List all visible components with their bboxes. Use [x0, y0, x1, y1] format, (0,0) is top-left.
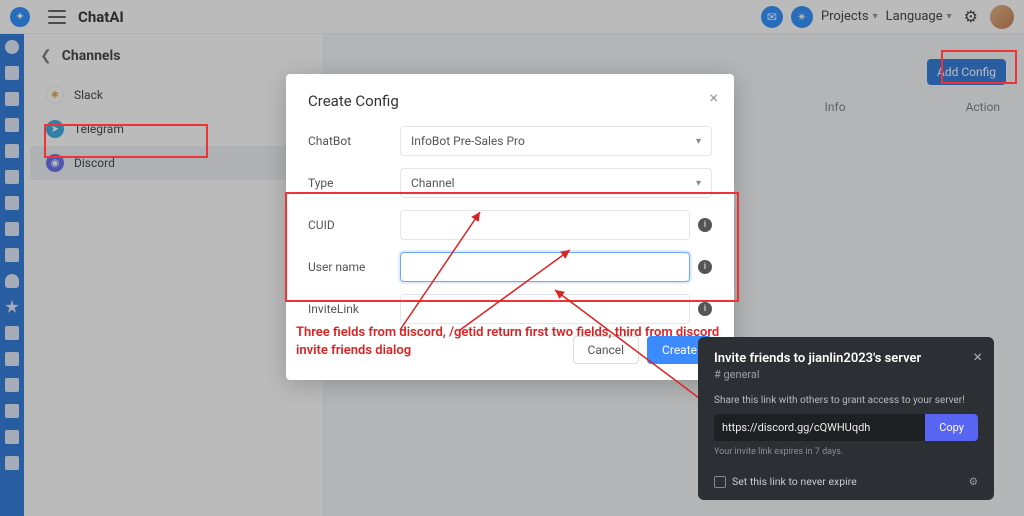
discord-channel: # general: [714, 368, 978, 381]
annotation-text: Three fields from discord, /getid return…: [296, 324, 736, 359]
username-input[interactable]: [400, 252, 690, 282]
type-select[interactable]: Channel▾: [400, 168, 712, 198]
cuid-input[interactable]: [400, 210, 690, 240]
invitelink-input[interactable]: [400, 294, 690, 324]
discord-share-text: Share this link with others to grant acc…: [714, 395, 978, 406]
label-invite: InviteLink: [308, 302, 400, 316]
label-cuid: CUID: [308, 218, 400, 232]
gear-icon[interactable]: ⚙: [969, 475, 978, 488]
modal-title: Create Config: [308, 92, 712, 110]
info-icon[interactable]: i: [698, 260, 712, 274]
discord-invite-dialog: × Invite friends to jianlin2023's server…: [698, 337, 994, 500]
label-chatbot: ChatBot: [308, 134, 400, 148]
discord-title: Invite friends to jianlin2023's server: [714, 351, 978, 366]
info-icon[interactable]: i: [698, 302, 712, 316]
never-expire-checkbox[interactable]: [714, 476, 726, 488]
never-expire-label: Set this link to never expire: [732, 475, 857, 488]
info-icon[interactable]: i: [698, 218, 712, 232]
close-icon[interactable]: ×: [709, 88, 718, 107]
discord-invite-link[interactable]: https://discord.gg/cQWHUqdh: [714, 414, 925, 441]
copy-button[interactable]: Copy: [925, 414, 978, 441]
label-username: User name: [308, 260, 400, 274]
label-type: Type: [308, 176, 400, 190]
close-icon[interactable]: ×: [973, 347, 982, 366]
chatbot-select[interactable]: InfoBot Pre-Sales Pro▾: [400, 126, 712, 156]
discord-expire-text: Your invite link expires in 7 days.: [714, 447, 978, 457]
